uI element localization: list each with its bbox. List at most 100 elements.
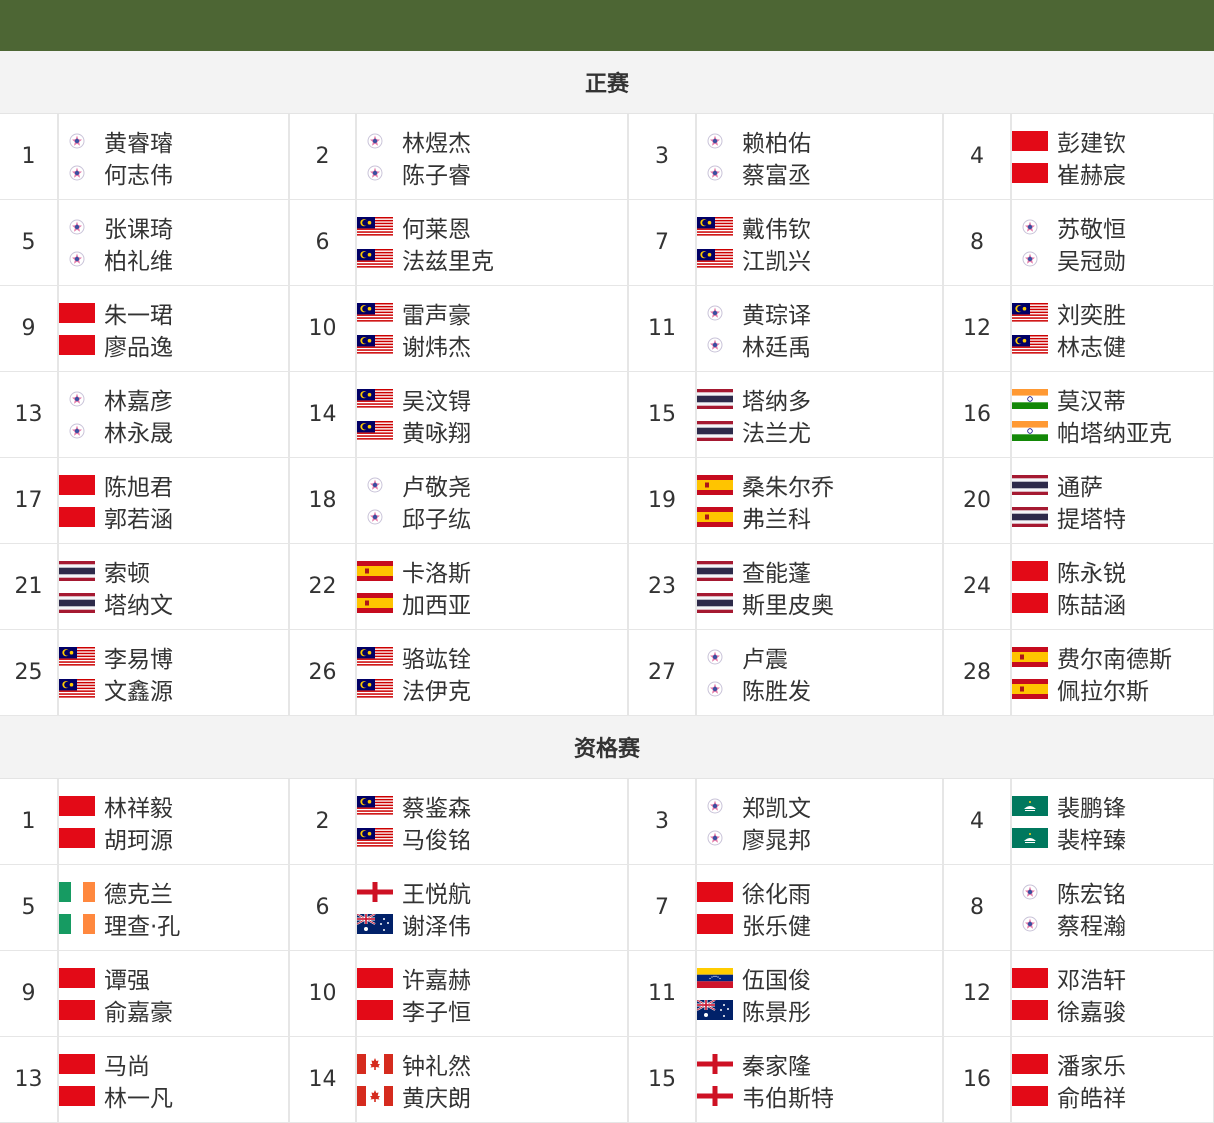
player-name[interactable]: 谭强 — [104, 961, 150, 995]
player-name[interactable]: 张乐健 — [742, 907, 811, 941]
seed-number: 11 — [628, 950, 697, 1037]
player-name[interactable]: 潘家乐 — [1057, 1047, 1126, 1081]
player-name[interactable]: 塔纳多 — [742, 382, 811, 416]
player-name[interactable]: 吴冠勋 — [1057, 242, 1126, 276]
player-name[interactable]: 蔡程瀚 — [1057, 907, 1126, 941]
player-name[interactable]: 帕塔纳亚克 — [1057, 414, 1172, 448]
player-pair: 卡洛斯 加西亚 — [356, 543, 629, 630]
player-name[interactable]: 通萨 — [1057, 468, 1103, 502]
player-name[interactable]: 黄庆朗 — [402, 1079, 471, 1113]
player-name[interactable]: 佩拉尔斯 — [1057, 672, 1149, 706]
player-pair: 郑凯文 廖晁邦 — [696, 779, 944, 865]
player-name[interactable]: 林祥毅 — [104, 789, 173, 823]
player-name[interactable]: 俞皓祥 — [1057, 1079, 1126, 1113]
player-name[interactable]: 黄咏翔 — [402, 414, 471, 448]
player-name[interactable]: 黄琮译 — [742, 296, 811, 330]
player-name[interactable]: 费尔南德斯 — [1057, 640, 1172, 674]
player-name[interactable]: 文鑫源 — [104, 672, 173, 706]
seed-number: 2 — [289, 779, 357, 865]
player-name[interactable]: 陈景彤 — [742, 993, 811, 1027]
flag-eng-icon — [357, 881, 393, 902]
player-name[interactable]: 苏敬恒 — [1057, 210, 1126, 244]
player-name[interactable]: 伍国俊 — [742, 961, 811, 995]
player-name[interactable]: 卢敬尧 — [402, 468, 471, 502]
player-name[interactable]: 邓浩轩 — [1057, 961, 1126, 995]
player-pair: 何莱恩 法兹里克 — [356, 199, 629, 286]
player-name[interactable]: 郑凯文 — [742, 789, 811, 823]
player-name[interactable]: 马俊铭 — [402, 821, 471, 855]
player-name[interactable]: 钟礼然 — [402, 1047, 471, 1081]
player-name[interactable]: 陈宏铭 — [1057, 875, 1126, 909]
player-name[interactable]: 吴汶锝 — [402, 382, 471, 416]
player-name[interactable]: 许嘉赫 — [402, 961, 471, 995]
player-name[interactable]: 莫汉蒂 — [1057, 382, 1126, 416]
player-name[interactable]: 卡洛斯 — [402, 554, 471, 588]
player-name[interactable]: 雷声豪 — [402, 296, 471, 330]
player-name[interactable]: 蔡富丞 — [742, 156, 811, 190]
player-name[interactable]: 何志伟 — [104, 156, 173, 190]
player-name[interactable]: 林永晟 — [104, 414, 173, 448]
player-entry: 张课琦 — [59, 211, 288, 243]
player-name[interactable]: 弗兰科 — [742, 500, 811, 534]
player-name[interactable]: 塔纳文 — [104, 586, 173, 620]
player-name[interactable]: 裴鹏锋 — [1057, 789, 1126, 823]
player-name[interactable]: 俞嘉豪 — [104, 993, 173, 1027]
player-name[interactable]: 加西亚 — [402, 586, 471, 620]
player-name[interactable]: 李易博 — [104, 640, 173, 674]
player-name[interactable]: 林志健 — [1057, 328, 1126, 362]
player-name[interactable]: 索顿 — [104, 554, 150, 588]
flag-chn-icon — [1012, 592, 1048, 613]
player-name[interactable]: 陈子睿 — [402, 156, 471, 190]
flag-irl-icon — [59, 913, 95, 934]
player-name[interactable]: 郭若涵 — [104, 500, 173, 534]
player-name[interactable]: 陈永锐 — [1057, 554, 1126, 588]
player-name[interactable]: 马尚 — [104, 1047, 150, 1081]
player-name[interactable]: 王悦航 — [402, 875, 471, 909]
player-name[interactable]: 刘奕胜 — [1057, 296, 1126, 330]
player-name[interactable]: 秦家隆 — [742, 1047, 811, 1081]
player-entry: 陈喆涵 — [1012, 587, 1213, 619]
player-name[interactable]: 胡珂源 — [104, 821, 173, 855]
player-name[interactable]: 裴梓臻 — [1057, 821, 1126, 855]
player-name[interactable]: 卢震 — [742, 640, 788, 674]
player-name[interactable]: 斯里皮奥 — [742, 586, 834, 620]
player-name[interactable]: 戴伟钦 — [742, 210, 811, 244]
player-name[interactable]: 彭建钦 — [1057, 124, 1126, 158]
player-name[interactable]: 林一凡 — [104, 1079, 173, 1113]
player-name[interactable]: 桑朱尔乔 — [742, 468, 834, 502]
player-name[interactable]: 张课琦 — [104, 210, 173, 244]
player-name[interactable]: 朱一珺 — [104, 296, 173, 330]
player-name[interactable]: 蔡鉴森 — [402, 789, 471, 823]
flag-chn-icon — [59, 827, 95, 848]
player-name[interactable]: 陈旭君 — [104, 468, 173, 502]
player-name[interactable]: 谢泽伟 — [402, 907, 471, 941]
player-name[interactable]: 林嘉彦 — [104, 382, 173, 416]
player-name[interactable]: 赖柏佑 — [742, 124, 811, 158]
player-name[interactable]: 柏礼维 — [104, 242, 173, 276]
player-name[interactable]: 法伊克 — [402, 672, 471, 706]
player-name[interactable]: 查能蓬 — [742, 554, 811, 588]
player-name[interactable]: 谢炜杰 — [402, 328, 471, 362]
player-name[interactable]: 提塔特 — [1057, 500, 1126, 534]
player-name[interactable]: 林煜杰 — [402, 124, 471, 158]
player-name[interactable]: 廖品逸 — [104, 328, 173, 362]
player-entry: 谢炜杰 — [357, 329, 627, 361]
player-name[interactable]: 徐化雨 — [742, 875, 811, 909]
player-name[interactable]: 理查·孔 — [104, 907, 180, 941]
player-name[interactable]: 黄睿璿 — [104, 124, 173, 158]
player-name[interactable]: 崔赫宸 — [1057, 156, 1126, 190]
player-name[interactable]: 陈喆涵 — [1057, 586, 1126, 620]
player-name[interactable]: 何莱恩 — [402, 210, 471, 244]
player-name[interactable]: 德克兰 — [104, 875, 173, 909]
player-name[interactable]: 法兰尤 — [742, 414, 811, 448]
player-name[interactable]: 韦伯斯特 — [742, 1079, 834, 1113]
player-name[interactable]: 李子恒 — [402, 993, 471, 1027]
player-name[interactable]: 骆竑铨 — [402, 640, 471, 674]
player-name[interactable]: 徐嘉骏 — [1057, 993, 1126, 1027]
player-name[interactable]: 法兹里克 — [402, 242, 494, 276]
player-name[interactable]: 廖晁邦 — [742, 821, 811, 855]
player-name[interactable]: 邱子纮 — [402, 500, 471, 534]
player-name[interactable]: 陈胜发 — [742, 672, 811, 706]
player-name[interactable]: 江凯兴 — [742, 242, 811, 276]
player-name[interactable]: 林廷禹 — [742, 328, 811, 362]
